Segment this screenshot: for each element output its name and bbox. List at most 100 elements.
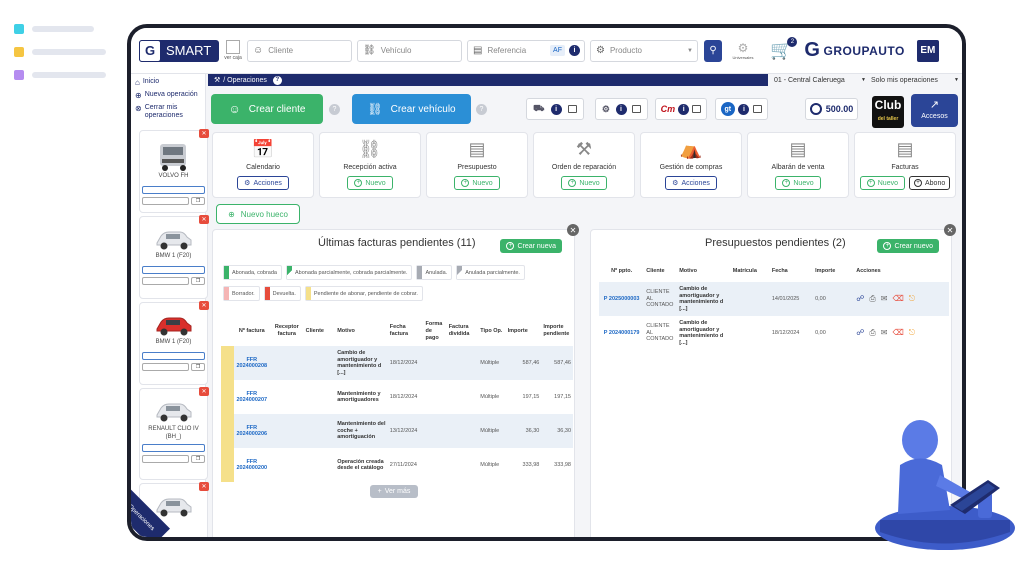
crear-nuevo-button[interactable]: + Crear nuevo [877, 239, 939, 253]
help-icon[interactable]: ? [476, 104, 487, 115]
column-header[interactable]: Nº factura [234, 316, 270, 346]
cart-button[interactable]: 🛒 2 [770, 37, 798, 61]
invoice-number-link[interactable]: FFR 2024000200 [234, 448, 270, 482]
gt-catalog-button[interactable]: gt i [715, 98, 768, 120]
column-header[interactable]: Importe pendiente [541, 316, 573, 346]
nav-item-cerrar-operaciones[interactable]: ⊗ Cerrar mis operaciones [131, 104, 205, 120]
filter-select[interactable]: Solo mis operaciones ▼ [871, 74, 959, 86]
table-row[interactable]: FFR 2024000208 Cambio de amortiguador y … [221, 346, 573, 380]
lock-icon[interactable]: ⎋ [909, 329, 915, 337]
copy-icon[interactable]: ❐ [191, 455, 205, 463]
link-icon[interactable]: ☍ [856, 295, 864, 303]
column-header[interactable]: Nº ppto. [599, 260, 644, 282]
column-header[interactable]: Fecha factura [388, 316, 424, 346]
nuevo-button[interactable]: + Nuevo [454, 176, 500, 190]
referencia-input[interactable]: ▤ Referencia AF i [467, 39, 585, 62]
print-icon[interactable]: ⎙ [869, 295, 875, 303]
cm-catalog-button[interactable]: Cm i [655, 98, 707, 120]
column-header[interactable]: Cliente [304, 316, 336, 346]
crear-nueva-button[interactable]: + Crear nueva [500, 239, 562, 253]
accesos-button[interactable]: ↗ Accesos [911, 94, 958, 127]
help-icon[interactable]: ? [329, 104, 340, 115]
column-header[interactable]: Fecha [770, 260, 813, 282]
column-header[interactable]: Cliente [644, 260, 677, 282]
copy-icon[interactable]: ❐ [191, 363, 205, 371]
trash-icon[interactable]: ⌫ [892, 329, 903, 337]
info-icon[interactable]: i [569, 45, 580, 56]
invoice-number-link[interactable]: FFR 2024000208 [234, 346, 270, 380]
nuevo-button[interactable]: + Nuevo [859, 176, 905, 190]
vehicle-card[interactable]: ✕ VOLVO FH ❐ [139, 129, 209, 213]
smart-logo[interactable]: G SMART [139, 39, 219, 62]
vehicle-field[interactable] [142, 277, 189, 285]
column-header[interactable]: Motivo [335, 316, 388, 346]
column-header[interactable]: Factura dividida [447, 316, 479, 346]
vehicle-field[interactable] [142, 363, 189, 371]
vehicle-field[interactable] [142, 455, 189, 463]
budget-number-link[interactable]: P 2025000003 [599, 282, 644, 316]
column-header[interactable]: Motivo [677, 260, 731, 282]
nuevo-button[interactable]: + Nuevo [775, 176, 821, 190]
vehicle-card[interactable]: ✕ BMW 1 (F20) ❐ [139, 215, 209, 299]
column-header[interactable]: Importe [813, 260, 854, 282]
info-icon[interactable]: i [678, 103, 690, 115]
vehicle-card[interactable]: ✕ BMW 1 (F20) ❐ [139, 301, 209, 385]
vehicle-field[interactable] [142, 444, 205, 452]
nuevo-hueco-button[interactable]: ⊕ Nuevo hueco [216, 204, 300, 224]
info-icon[interactable]: i [738, 103, 750, 115]
nav-item-nueva-operacion[interactable]: ⊕ Nueva operación [131, 91, 205, 100]
universales-button[interactable]: ⚙ Universales [728, 41, 758, 60]
af-badge[interactable]: AF [550, 45, 565, 56]
points-badge[interactable]: 500.00 [805, 98, 858, 120]
budget-number-link[interactable]: P 2024000179 [599, 316, 644, 350]
column-header[interactable]: Importe [506, 316, 542, 346]
close-icon[interactable]: ✕ [944, 224, 956, 236]
abono-button[interactable]: + Abono [908, 176, 951, 190]
close-icon[interactable]: ✕ [567, 224, 579, 236]
copy-icon[interactable]: ❐ [191, 277, 205, 285]
ver-caja-button[interactable]: ver caja [224, 40, 242, 61]
truck-catalog-button[interactable]: ⛟ i [526, 98, 584, 120]
column-header[interactable]: Forma de pago [424, 316, 447, 346]
vehicle-field[interactable] [142, 352, 205, 360]
link-icon[interactable]: ☍ [856, 329, 864, 337]
mail-icon[interactable]: ✉ [881, 295, 888, 303]
vehicle-field[interactable] [142, 266, 205, 274]
user-avatar[interactable]: EM [916, 39, 939, 62]
column-header[interactable]: Tipo Op. [478, 316, 505, 346]
lock-icon[interactable]: ⎋ [909, 295, 915, 303]
acciones-button[interactable]: ⚙ Acciones [665, 176, 717, 190]
nav-item-inicio[interactable]: ⌂ Inicio [131, 78, 205, 87]
crear-vehiculo-button[interactable]: ⛓ Crear vehículo [352, 94, 471, 124]
mail-icon[interactable]: ✉ [881, 329, 888, 337]
table-row[interactable]: FFR 2024000206 Mantenimiento del coche +… [221, 414, 573, 448]
info-icon[interactable]: i [615, 103, 627, 115]
search-button[interactable]: ⚲ [704, 39, 722, 62]
copy-icon[interactable]: ❐ [191, 197, 205, 205]
info-icon[interactable]: i [550, 103, 562, 115]
vehicle-card[interactable]: ✕ RENAULT CLIO IV (BH_) ❐ [139, 387, 209, 480]
vehicle-field[interactable] [142, 186, 205, 194]
table-row[interactable]: P 2024000179 CLIENTE AL CONTADO Cambio d… [599, 316, 949, 350]
invoice-number-link[interactable]: FFR 2024000207 [234, 380, 270, 414]
cliente-input[interactable]: ☺ Cliente [247, 39, 352, 62]
trash-icon[interactable]: ⌫ [892, 295, 903, 303]
ver-mas-button[interactable]: + Ver más [370, 485, 418, 498]
invoice-number-link[interactable]: FFR 2024000206 [234, 414, 270, 448]
table-row[interactable]: P 2025000003 CLIENTE AL CONTADO Cambio d… [599, 282, 949, 316]
club-del-taller-button[interactable]: Club del taller [872, 96, 904, 128]
site-select[interactable]: 01 - Central Caleruega ▼ [774, 74, 866, 86]
column-header[interactable]: Matrícula [731, 260, 770, 282]
table-row[interactable]: FFR 2024000207 Mantenimiento y amortigua… [221, 380, 573, 414]
crear-cliente-button[interactable]: ☺ Crear cliente [211, 94, 323, 124]
help-icon[interactable]: ? [272, 75, 282, 85]
table-row[interactable]: FFR 2024000200 Operación creada desde el… [221, 448, 573, 482]
nuevo-button[interactable]: + Nuevo [347, 176, 393, 190]
producto-select[interactable]: ⚙ Producto ▼ [590, 39, 698, 62]
parts-catalog-button[interactable]: ⚙ i [595, 98, 648, 120]
print-icon[interactable]: ⎙ [869, 329, 875, 337]
acciones-button[interactable]: ⚙ Acciones [237, 176, 289, 190]
nuevo-button[interactable]: + Nuevo [561, 176, 607, 190]
vehicle-field[interactable] [142, 197, 189, 205]
vehiculo-input[interactable]: ⛓ Vehículo [357, 39, 462, 62]
